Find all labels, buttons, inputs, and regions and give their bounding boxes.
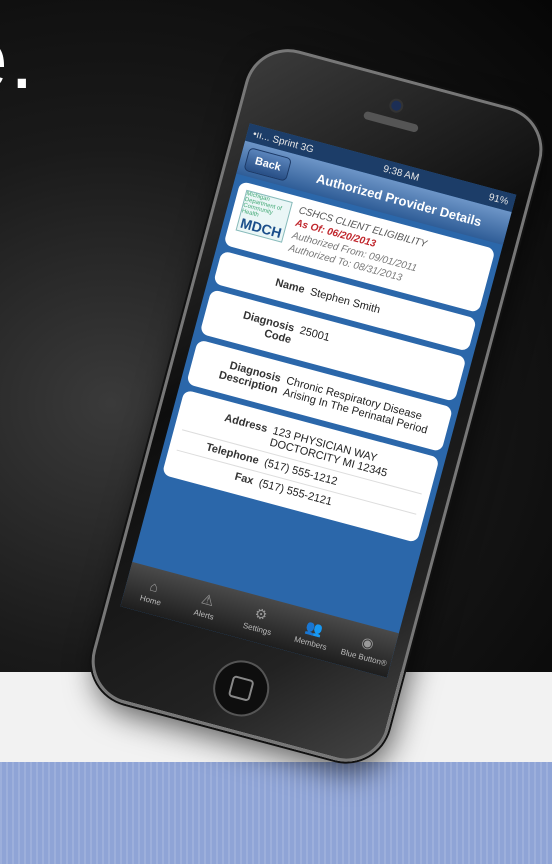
blue-button-icon: ◉ xyxy=(359,633,376,652)
details-content[interactable]: Michigan Department of Community Health … xyxy=(131,174,503,640)
tab-home-label: Home xyxy=(139,592,163,608)
battery-text: 91% xyxy=(487,191,510,208)
name-label: Name xyxy=(273,276,306,296)
home-button-square-icon xyxy=(227,674,255,702)
back-button[interactable]: Back xyxy=(243,147,293,182)
slide-title: e. xyxy=(0,11,36,107)
mdch-logo: Michigan Department of Community Health … xyxy=(235,189,293,243)
iphone-device: •ıı... Sprint 3G 9:38 AM 91% Back Author… xyxy=(81,39,552,772)
network-type: 3G xyxy=(299,140,315,156)
home-button[interactable] xyxy=(206,654,276,723)
gear-icon: ⚙ xyxy=(252,604,270,624)
home-icon: ⌂ xyxy=(148,577,161,595)
camera-icon xyxy=(387,97,405,115)
alert-icon: ⚠ xyxy=(199,590,216,610)
diagnosis-description-label: Diagnosis Description xyxy=(217,359,283,397)
speaker-grille xyxy=(362,110,420,133)
diagnosis-code-label: Diagnosis Code xyxy=(241,309,296,347)
phone-screen: •ıı... Sprint 3G 9:38 AM 91% Back Author… xyxy=(120,123,517,678)
members-icon: 👥 xyxy=(303,618,325,639)
tab-members-label: Members xyxy=(293,634,328,652)
tab-settings-label: Settings xyxy=(241,620,273,638)
